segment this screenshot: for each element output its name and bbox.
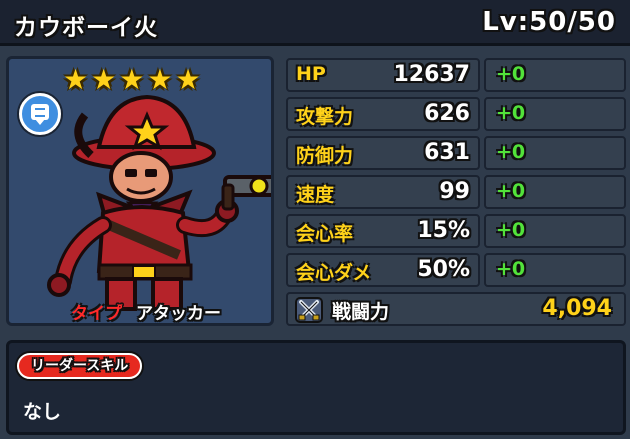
- stat-main: 会心率 15%: [286, 214, 480, 248]
- stat-label: HP: [296, 63, 326, 85]
- stat-main: 会心ダメ 50%: [286, 253, 480, 287]
- stat-bonus-value: +0: [496, 141, 526, 163]
- stat-row-attack: 攻撃力 626 +0: [286, 97, 626, 131]
- stat-bonus: +0: [484, 58, 626, 92]
- speech-bubble-icon: [35, 108, 45, 117]
- stat-bonus: +0: [484, 136, 626, 170]
- level-indicator: Lv:50/50: [482, 7, 616, 37]
- stat-value: 626: [424, 101, 470, 126]
- stat-value: 50%: [417, 257, 470, 282]
- stat-bonus-value: +0: [496, 180, 526, 202]
- stat-bonus: +0: [484, 175, 626, 209]
- stat-row-crit-damage: 会心ダメ 50% +0: [286, 253, 626, 287]
- combat-power-row: 戦闘力 4,094: [286, 292, 626, 326]
- stat-row-speed: 速度 99 +0: [286, 175, 626, 209]
- cowboy-character-image: [47, 94, 271, 311]
- combat-power-label: 戦闘力: [332, 301, 390, 323]
- stat-label: 会心ダメ: [296, 262, 372, 284]
- stat-main: 速度 99: [286, 175, 480, 209]
- stat-row-crit-rate: 会心率 15% +0: [286, 214, 626, 248]
- stat-bonus: +0: [484, 214, 626, 248]
- stat-label: 会心率: [296, 223, 354, 245]
- stat-bonus-value: +0: [496, 102, 526, 124]
- type-row: タイプ アタッカー: [71, 299, 221, 324]
- stat-bonus-value: +0: [496, 258, 526, 280]
- character-portrait-panel: ★ ★ ★ ★ ★ タイプ アタッカー: [6, 56, 274, 326]
- stat-row-defense: 防御力 631 +0: [286, 136, 626, 170]
- type-value: アタッカー: [136, 304, 221, 324]
- stat-label: 防御力: [296, 145, 354, 167]
- type-label: タイプ: [71, 304, 122, 324]
- stat-bonus-value: +0: [496, 63, 526, 85]
- leader-skill-text: なし: [23, 401, 62, 423]
- leader-skill-panel: リーダースキル なし: [6, 340, 626, 435]
- stat-bonus: +0: [484, 253, 626, 287]
- stat-row-hp: HP 12637 +0: [286, 58, 626, 92]
- stat-label: 速度: [296, 184, 335, 206]
- header-bar: カウボーイ火 Lv:50/50: [0, 0, 630, 46]
- character-name: カウボーイ火: [14, 15, 158, 41]
- stat-value: 15%: [417, 218, 470, 243]
- stat-main: HP 12637: [286, 58, 480, 92]
- stat-value: 12637: [393, 62, 470, 87]
- leader-skill-tag: リーダースキル: [17, 353, 143, 379]
- combat-power-value: 4,094: [542, 296, 612, 321]
- stat-main: 攻撃力 626: [286, 97, 480, 131]
- stat-value: 631: [424, 140, 470, 165]
- crossed-swords-icon: [295, 297, 323, 323]
- stat-main: 防御力 631: [286, 136, 480, 170]
- profile-bubble-button[interactable]: [19, 93, 61, 135]
- stat-label: 攻撃力: [296, 106, 354, 128]
- stat-value: 99: [439, 179, 470, 204]
- stat-bonus: +0: [484, 97, 626, 131]
- stat-bonus-value: +0: [496, 219, 526, 241]
